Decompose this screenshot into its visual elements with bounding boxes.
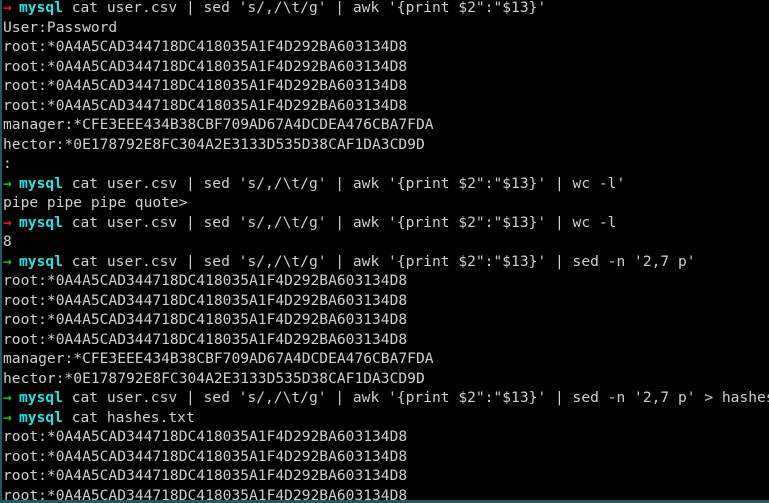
terminal-output-line: root:*0A4A5CAD344718DC418035A1F4D292BA60… bbox=[3, 37, 769, 57]
terminal-screen[interactable]: → mysql cat user.csv | sed 's/,/\t/g' | a… bbox=[2, 0, 769, 503]
terminal-output-line: 8 bbox=[3, 232, 769, 252]
terminal-output-line: root:*0A4A5CAD344718DC418035A1F4D292BA60… bbox=[3, 427, 769, 447]
terminal-output-line: pipe pipe pipe quote> bbox=[3, 193, 769, 213]
terminal-output-line: root:*0A4A5CAD344718DC418035A1F4D292BA60… bbox=[3, 447, 769, 467]
output-text: manager:*CFE3EEE434B38CBF709AD67A4DCDEA4… bbox=[3, 350, 434, 367]
command-text: cat user.csv | sed 's/,/\t/g' | awk '{pr… bbox=[62, 0, 547, 16]
output-text: root:*0A4A5CAD344718DC418035A1F4D292BA60… bbox=[3, 486, 408, 503]
terminal-output-line: root:*0A4A5CAD344718DC418035A1F4D292BA60… bbox=[3, 310, 769, 330]
terminal-output-line: manager:*CFE3EEE434B38CBF709AD67A4DCDEA4… bbox=[3, 349, 769, 369]
terminal-output-line: : bbox=[3, 154, 769, 174]
terminal-output-line: root:*0A4A5CAD344718DC418035A1F4D292BA60… bbox=[3, 57, 769, 77]
output-text: User:Password bbox=[3, 18, 118, 36]
prompt-arrow-icon: → bbox=[3, 213, 12, 231]
output-text: root:*0A4A5CAD344718DC418035A1F4D292BA60… bbox=[3, 330, 408, 348]
prompt-host-label: mysql bbox=[19, 0, 63, 16]
output-text: root:*0A4A5CAD344718DC418035A1F4D292BA60… bbox=[3, 291, 408, 309]
terminal-output-line: root:*0A4A5CAD344718DC418035A1F4D292BA60… bbox=[3, 271, 769, 291]
prompt-arrow-icon: → bbox=[3, 408, 12, 426]
terminal-output-line: manager:*CFE3EEE434B38CBF709AD67A4DCDEA4… bbox=[3, 115, 769, 135]
output-text: hector:*0E178792E8FC304A2E3133D535D38CAF… bbox=[3, 369, 425, 387]
output-text: root:*0A4A5CAD344718DC418035A1F4D292BA60… bbox=[3, 77, 408, 94]
terminal-window[interactable]: → mysql cat user.csv | sed 's/,/\t/g' | a… bbox=[0, 0, 769, 503]
terminal-command-line: → mysql cat user.csv | sed 's/,/\t/g' | a… bbox=[3, 0, 769, 18]
output-text: root:*0A4A5CAD344718DC418035A1F4D292BA60… bbox=[3, 467, 408, 484]
terminal-command-line: → mysql cat user.csv | sed 's/,/\t/g' | a… bbox=[3, 174, 769, 194]
prompt-host-label: mysql bbox=[19, 389, 63, 406]
output-text: : bbox=[3, 155, 12, 172]
terminal-output-line: hector:*0E178792E8FC304A2E3133D535D38CAF… bbox=[3, 369, 769, 389]
terminal-output-line: root:*0A4A5CAD344718DC418035A1F4D292BA60… bbox=[3, 96, 769, 116]
output-text: hector:*0E178792E8FC304A2E3133D535D38CAF… bbox=[3, 135, 425, 153]
command-text: cat user.csv | sed 's/,/\t/g' | awk '{pr… bbox=[62, 174, 626, 192]
output-text: root:*0A4A5CAD344718DC418035A1F4D292BA60… bbox=[3, 96, 408, 114]
prompt-host-label: mysql bbox=[19, 174, 63, 192]
prompt-arrow-icon: → bbox=[3, 0, 12, 16]
prompt-host-label: mysql bbox=[19, 408, 63, 426]
terminal-output-line: User:Password bbox=[3, 18, 769, 38]
terminal-output-line: root:*0A4A5CAD344718DC418035A1F4D292BA60… bbox=[3, 76, 769, 96]
output-text: root:*0A4A5CAD344718DC418035A1F4D292BA60… bbox=[3, 428, 408, 445]
prompt-arrow-icon: → bbox=[3, 174, 12, 192]
prompt-host-label: mysql bbox=[19, 252, 63, 270]
output-text: root:*0A4A5CAD344718DC418035A1F4D292BA60… bbox=[3, 57, 408, 75]
prompt-host-label: mysql bbox=[19, 213, 63, 231]
output-text: 8 bbox=[3, 233, 12, 250]
prompt-arrow-icon: → bbox=[3, 389, 12, 406]
output-text: manager:*CFE3EEE434B38CBF709AD67A4DCDEA4… bbox=[3, 116, 434, 133]
terminal-output-line: root:*0A4A5CAD344718DC418035A1F4D292BA60… bbox=[3, 466, 769, 486]
terminal-command-line: → mysql cat user.csv | sed 's/,/\t/g' | a… bbox=[3, 213, 769, 233]
command-text: cat user.csv | sed 's/,/\t/g' | awk '{pr… bbox=[62, 252, 696, 270]
terminal-command-line: → mysql cat hashes.txt bbox=[3, 408, 769, 428]
command-text: cat user.csv | sed 's/,/\t/g' | awk '{pr… bbox=[62, 389, 769, 406]
prompt-arrow-icon: → bbox=[3, 252, 12, 270]
output-text: root:*0A4A5CAD344718DC418035A1F4D292BA60… bbox=[3, 38, 408, 55]
output-text: root:*0A4A5CAD344718DC418035A1F4D292BA60… bbox=[3, 272, 408, 289]
output-text: pipe pipe pipe quote> bbox=[3, 194, 188, 211]
output-text: root:*0A4A5CAD344718DC418035A1F4D292BA60… bbox=[3, 311, 408, 328]
terminal-command-line: → mysql cat user.csv | sed 's/,/\t/g' | a… bbox=[3, 388, 769, 408]
terminal-output-line: root:*0A4A5CAD344718DC418035A1F4D292BA60… bbox=[3, 291, 769, 311]
terminal-command-line: → mysql cat user.csv | sed 's/,/\t/g' | a… bbox=[3, 252, 769, 272]
terminal-output-line: root:*0A4A5CAD344718DC418035A1F4D292BA60… bbox=[3, 330, 769, 350]
terminal-output-line: hector:*0E178792E8FC304A2E3133D535D38CAF… bbox=[3, 135, 769, 155]
terminal-output-line: root:*0A4A5CAD344718DC418035A1F4D292BA60… bbox=[3, 486, 769, 503]
command-text: cat hashes.txt bbox=[62, 408, 195, 426]
output-text: root:*0A4A5CAD344718DC418035A1F4D292BA60… bbox=[3, 447, 408, 465]
command-text: cat user.csv | sed 's/,/\t/g' | awk '{pr… bbox=[62, 213, 617, 231]
